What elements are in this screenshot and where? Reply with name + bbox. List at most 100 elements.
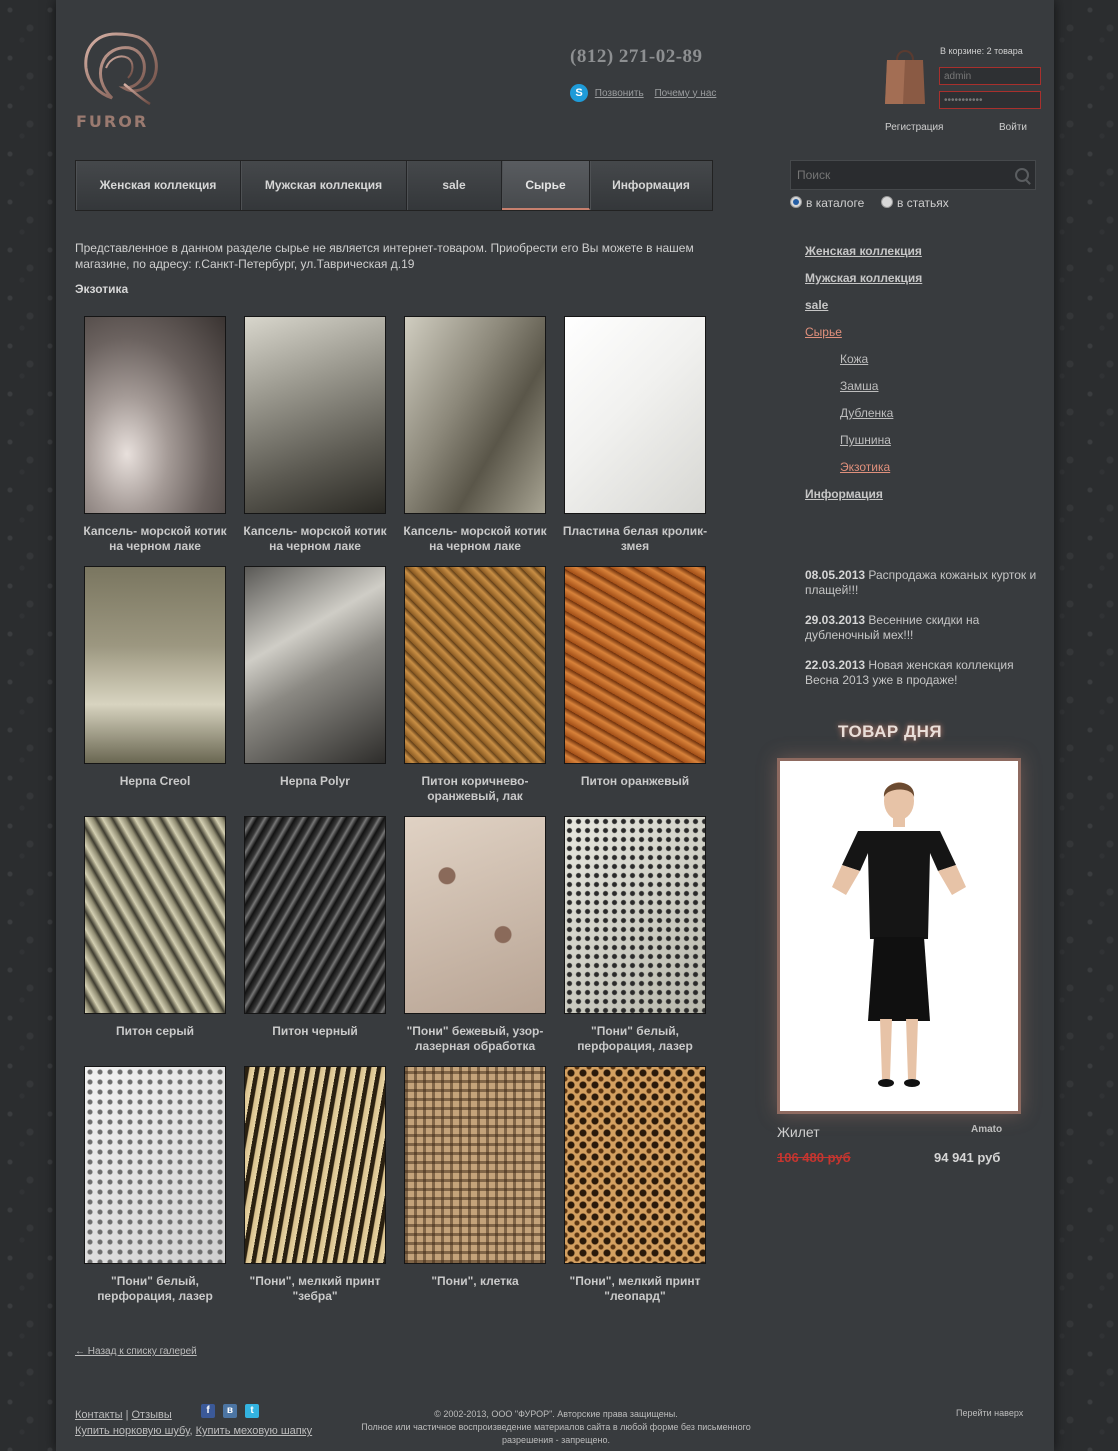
footer-comma: , xyxy=(189,1425,193,1437)
leopard-thumbnail[interactable] xyxy=(564,1066,706,1264)
footer-separator: | xyxy=(125,1409,129,1421)
gallery-caption[interactable]: Пластина белая кролик-змея xyxy=(555,524,715,554)
search-icon[interactable] xyxy=(1015,168,1029,182)
copyright-notice: Полное или частичное воспроизведение мат… xyxy=(361,1422,751,1445)
sidebar-item-leather[interactable]: Кожа xyxy=(840,352,868,366)
gallery-caption[interactable]: Питон оранжевый xyxy=(555,774,715,789)
sidebar-item-fur[interactable]: Пушнина xyxy=(840,433,891,447)
phone-number: (812) 271-02-89 xyxy=(570,46,703,67)
sidebar-item-men[interactable]: Мужская коллекция xyxy=(805,271,922,285)
model-photo-icon xyxy=(832,782,966,1087)
radio-articles-label: в статьях xyxy=(897,196,949,210)
cart-summary[interactable]: В корзине: 2 товара xyxy=(940,46,1023,56)
product-image[interactable] xyxy=(777,758,1021,1114)
sidebar-item-sale[interactable]: sale xyxy=(805,298,828,312)
gallery-caption[interactable]: Капсель- морской котик на черном лаке xyxy=(75,524,235,554)
gallery-caption[interactable]: Капсель- морской котик на черном лаке xyxy=(235,524,395,554)
gallery-caption[interactable]: "Пони" белый, перфорация, лазер xyxy=(555,1024,715,1054)
logo-mark-icon xyxy=(84,32,158,106)
logo-text: FUROR xyxy=(76,112,149,131)
product-name[interactable]: Жилет xyxy=(777,1124,820,1140)
back-to-galleries-link[interactable]: ← Назад к списку галерей xyxy=(75,1346,197,1357)
section-title: Экзотика xyxy=(75,282,129,296)
pattern-thumbnail[interactable] xyxy=(404,816,546,1014)
fur-thumbnail[interactable] xyxy=(244,316,386,514)
news-date: 08.05.2013 xyxy=(805,568,866,582)
product-old-price: 106 480 руб xyxy=(777,1150,851,1165)
news-item[interactable]: 08.05.2013 Распродажа кожаных курток и п… xyxy=(805,568,1045,598)
news-date: 29.03.2013 xyxy=(805,613,866,627)
gallery-caption[interactable]: Нерпа Polyr xyxy=(235,774,395,789)
gallery-caption[interactable]: Нерпа Creol xyxy=(75,774,235,789)
zebra-thumbnail[interactable] xyxy=(244,1066,386,1264)
nav-raw[interactable]: Сырье xyxy=(502,161,590,210)
contacts-link[interactable]: Контакты xyxy=(75,1409,123,1421)
snake-thumbnail[interactable] xyxy=(244,816,386,1014)
copyright: © 2002-2013, ООО "ФУРОР". Авторские прав… xyxy=(346,1408,766,1447)
gallery-caption[interactable]: "Пони" бежевый, узор-лазерная обработка xyxy=(395,1024,555,1054)
footer-links: Контакты | Отзывы Купить норковую шубу, … xyxy=(75,1407,312,1439)
scroll-to-top-link[interactable]: Перейти наверх xyxy=(956,1408,1023,1418)
vkontakte-icon[interactable]: в xyxy=(223,1404,237,1418)
gallery-caption[interactable]: Питон серый xyxy=(75,1024,235,1039)
news-date: 22.03.2013 xyxy=(805,658,866,672)
buy-fur-hat-link[interactable]: Купить меховую шапку xyxy=(196,1425,313,1437)
gallery-caption[interactable]: Питон коричнево-оранжевый, лак xyxy=(395,774,555,804)
skype-icon: S xyxy=(570,84,588,102)
product-brand: Amato xyxy=(971,1124,1003,1135)
gallery-caption[interactable]: "Пони", мелкий принт "леопард" xyxy=(555,1274,715,1304)
gallery-caption[interactable]: Капсель- морской котик на черном лаке xyxy=(395,524,555,554)
radio-catalog-label: в каталоге xyxy=(806,196,865,210)
sidebar-item-info[interactable]: Информация xyxy=(805,487,883,501)
radio-checked-icon xyxy=(790,196,802,208)
skype-links: S Позвонить Почему у нас xyxy=(570,84,724,102)
gallery-caption[interactable]: "Пони", клетка xyxy=(395,1274,555,1289)
snake-thumbnail[interactable] xyxy=(84,816,226,1014)
login-field[interactable] xyxy=(939,67,1041,85)
main-nav: Женская коллекция Мужская коллекция sale… xyxy=(75,160,713,211)
reviews-link[interactable]: Отзывы xyxy=(132,1409,172,1421)
gallery-caption[interactable]: Питон черный xyxy=(235,1024,395,1039)
why-us-link[interactable]: Почему у нас xyxy=(654,88,716,99)
sidebar-item-sheepskin[interactable]: Дубленка xyxy=(840,406,893,420)
password-field[interactable] xyxy=(939,91,1041,109)
gallery-caption[interactable]: "Пони" белый, перфорация, лазер xyxy=(75,1274,235,1304)
logo[interactable]: FUROR xyxy=(76,28,166,132)
register-link[interactable]: Регистрация xyxy=(885,122,943,133)
snake-thumbnail[interactable] xyxy=(404,566,546,764)
sidebar-item-women[interactable]: Женская коллекция xyxy=(805,244,922,258)
sidebar-item-suede[interactable]: Замша xyxy=(840,379,878,393)
sidebar-item-raw[interactable]: Сырье xyxy=(805,325,842,339)
radio-articles[interactable]: в статьях xyxy=(881,196,949,210)
product-of-day-title: ТОВАР ДНЯ xyxy=(838,722,943,741)
pattern-thumbnail[interactable] xyxy=(84,1066,226,1264)
radio-unchecked-icon xyxy=(881,196,893,208)
fur-thumbnail[interactable] xyxy=(244,566,386,764)
search-box xyxy=(790,160,1036,190)
nav-sale[interactable]: sale xyxy=(407,161,502,210)
product-new-price: 94 941 руб xyxy=(934,1150,1001,1165)
page: FUROR (812) 271-02-89 S Позвонить Почему… xyxy=(56,0,1054,1451)
fur-thumbnail[interactable] xyxy=(84,566,226,764)
plaid-thumbnail[interactable] xyxy=(404,1066,546,1264)
news-item[interactable]: 22.03.2013 Новая женская коллекция Весна… xyxy=(805,658,1045,688)
news-item[interactable]: 29.03.2013 Весенние скидки на дубленочны… xyxy=(805,613,1045,643)
facebook-icon[interactable]: f xyxy=(201,1404,215,1418)
twitter-icon[interactable]: t xyxy=(245,1404,259,1418)
gallery-caption[interactable]: "Пони", мелкий принт "зебра" xyxy=(235,1274,395,1304)
buy-mink-coat-link[interactable]: Купить норковую шубу xyxy=(75,1425,190,1437)
nav-women[interactable]: Женская коллекция xyxy=(76,161,241,210)
search-input[interactable] xyxy=(791,161,1013,189)
nav-men[interactable]: Мужская коллекция xyxy=(241,161,407,210)
login-button[interactable]: Войти xyxy=(999,122,1027,133)
fur-thumbnail[interactable] xyxy=(404,316,546,514)
pattern-thumbnail[interactable] xyxy=(564,816,706,1014)
skype-call-link[interactable]: Позвонить xyxy=(595,88,644,99)
radio-catalog[interactable]: в каталоге xyxy=(790,196,864,210)
shopping-bag-icon[interactable] xyxy=(883,44,927,106)
fur-thumbnail[interactable] xyxy=(84,316,226,514)
sidebar-item-exotic[interactable]: Экзотика xyxy=(840,460,890,474)
snake-thumbnail[interactable] xyxy=(564,566,706,764)
nav-info[interactable]: Информация xyxy=(590,161,712,210)
fur-thumbnail[interactable] xyxy=(564,316,706,514)
